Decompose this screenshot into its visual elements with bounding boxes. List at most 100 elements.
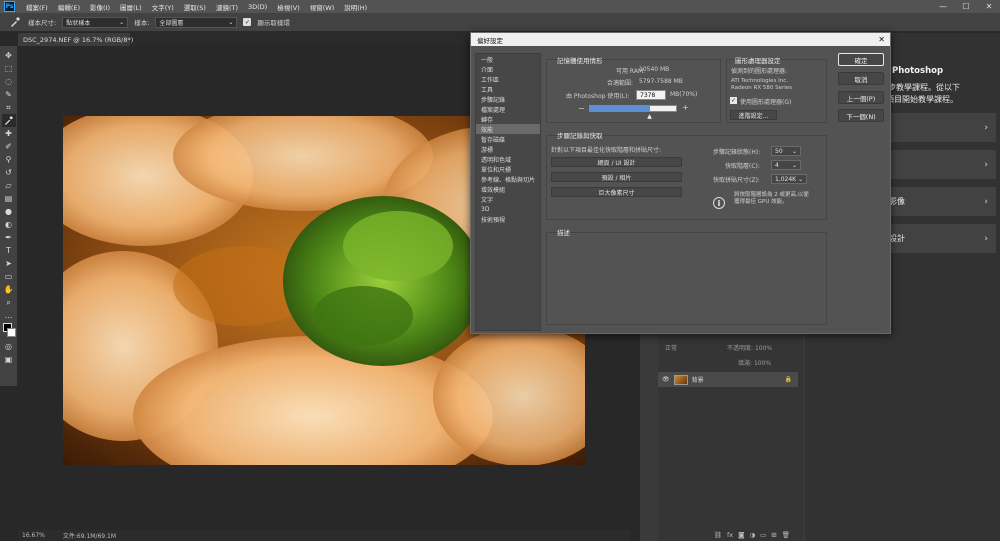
cache-levels-select[interactable]: 4 ⌄ — [771, 160, 801, 170]
menu-view[interactable]: 檢視(V) — [272, 2, 305, 12]
category-history[interactable]: 步驟記錄 — [476, 94, 540, 104]
crop-tool-icon[interactable]: ⌗ — [2, 101, 16, 114]
quick-select-tool-icon[interactable]: ✎ — [2, 88, 16, 101]
category-transparency[interactable]: 透明和色域 — [476, 154, 540, 164]
new-layer-icon[interactable]: ⊞ — [771, 531, 776, 539]
screen-mode-icon[interactable]: ▣ — [2, 353, 16, 366]
category-scratch-disks[interactable]: 暫存磁碟 — [476, 134, 540, 144]
options-bar: 樣本尺寸: 點狀樣本 ⌄ 樣本: 全部圖層 ⌄ ✓ 顯示取樣環 — [0, 13, 1000, 32]
ok-button[interactable]: 確定 — [838, 53, 884, 66]
fill-control[interactable]: 填滿: 100% — [738, 358, 771, 367]
clone-stamp-tool-icon[interactable]: ⚲ — [2, 153, 16, 166]
layer-thumbnail — [673, 374, 688, 385]
sample-select[interactable]: 全部圖層 ⌄ — [155, 16, 238, 28]
close-window-button[interactable]: ✕ — [978, 0, 1000, 13]
menu-3d[interactable]: 3D(D) — [243, 3, 272, 11]
category-general[interactable]: 一般 — [476, 54, 540, 64]
advanced-settings-button[interactable]: 進階設定... — [730, 110, 777, 120]
gradient-tool-icon[interactable]: ▤ — [2, 192, 16, 205]
dodge-tool-icon[interactable]: ◐ — [2, 218, 16, 231]
rectangle-tool-icon[interactable]: ▭ — [2, 270, 16, 283]
zoom-level[interactable]: 16.67% — [22, 532, 45, 539]
trash-icon[interactable]: 🗑 — [782, 531, 790, 539]
memory-increase-button[interactable]: + — [682, 103, 689, 112]
menu-file[interactable]: 檔案(F) — [21, 2, 53, 12]
menu-edit[interactable]: 編輯(E) — [53, 2, 85, 12]
minimize-button[interactable]: — — [932, 0, 954, 13]
eraser-tool-icon[interactable]: ▱ — [2, 179, 16, 192]
preset-web-ui-button[interactable]: 網頁 / UI 設計 — [551, 157, 682, 167]
category-interface[interactable]: 介面 — [476, 64, 540, 74]
chevron-down-icon: ⌄ — [791, 161, 797, 169]
adjustment-icon[interactable]: ◑ — [749, 531, 755, 539]
hand-tool-icon[interactable]: ✋ — [2, 283, 16, 296]
quick-mask-icon[interactable]: ◎ — [2, 340, 16, 353]
healing-brush-tool-icon[interactable]: ✚ — [2, 127, 16, 140]
category-file-handling[interactable]: 檔案處理 — [476, 104, 540, 114]
cancel-button[interactable]: 取消 — [838, 72, 884, 85]
category-plugins[interactable]: 增效模組 — [476, 184, 540, 194]
use-gpu-checkbox[interactable]: ✓ — [730, 97, 737, 104]
history-states-select[interactable]: 50 ⌄ — [771, 146, 801, 156]
link-layers-icon[interactable]: ⛓ — [714, 531, 722, 539]
blur-tool-icon[interactable]: ● — [2, 205, 16, 218]
cache-tile-size-select[interactable]: 1,024K ⌄ — [771, 174, 807, 184]
category-type[interactable]: 文字 — [476, 194, 540, 204]
document-info[interactable]: 文件:69.1M/69.1M — [63, 531, 116, 540]
menu-filter[interactable]: 濾鏡(T) — [211, 2, 243, 12]
category-units[interactable]: 單位和尺標 — [476, 164, 540, 174]
document-tab[interactable]: DSC_2974.NEF @ 16.7% (RGB/8*) — [18, 33, 133, 46]
memory-slider-thumb[interactable]: ▲ — [647, 113, 652, 120]
menu-image[interactable]: 影像(I) — [85, 2, 115, 12]
add-mask-icon[interactable]: ◙ — [738, 531, 744, 539]
opacity-control[interactable]: 不透明度: 100% — [727, 343, 772, 352]
fill-value: 100% — [753, 360, 772, 367]
brush-tool-icon[interactable]: ✐ — [2, 140, 16, 153]
history-brush-tool-icon[interactable]: ↺ — [2, 166, 16, 179]
layer-row[interactable]: 👁 背景 🔒 — [658, 372, 798, 387]
move-tool-icon[interactable]: ✥ — [2, 49, 16, 62]
photoshop-logo[interactable]: Ps — [4, 1, 15, 12]
lasso-tool-icon[interactable]: ◌ — [2, 75, 16, 88]
sample-size-select[interactable]: 點狀樣本 ⌄ — [62, 16, 129, 28]
eye-icon[interactable]: 👁 — [662, 376, 670, 383]
more-tools-icon[interactable]: … — [2, 309, 16, 322]
gpu-vendor: ATI Technologies Inc. — [731, 78, 789, 84]
blend-mode[interactable]: 正常 — [665, 343, 677, 352]
eyedropper-tool-icon[interactable] — [1, 114, 16, 127]
path-select-tool-icon[interactable]: ➤ — [2, 257, 16, 270]
prev-button[interactable]: 上一個(P) — [838, 91, 884, 104]
fx-icon[interactable]: fx — [727, 531, 733, 539]
category-tools[interactable]: 工具 — [476, 84, 540, 94]
memory-amount-input[interactable]: 7378 — [636, 90, 666, 100]
maximize-button[interactable]: ☐ — [955, 0, 977, 13]
category-3d[interactable]: 3D — [476, 204, 540, 214]
menu-select[interactable]: 選取(S) — [179, 2, 211, 12]
detected-gpu-label: 偵測到的圖形處理器: — [731, 68, 788, 75]
next-button[interactable]: 下一個(N) — [838, 109, 884, 122]
eyedropper-icon[interactable] — [8, 16, 22, 28]
color-swatches-icon[interactable] — [2, 322, 16, 340]
category-performance[interactable]: 效能 — [476, 124, 540, 134]
preset-huge-pixel-button[interactable]: 巨大像素尺寸 — [551, 187, 682, 197]
menu-help[interactable]: 說明(H) — [339, 2, 372, 12]
menu-layer[interactable]: 圖層(L) — [115, 2, 147, 12]
history-cache-title: 步驟記錄與快取 — [557, 132, 603, 140]
group-folder-icon[interactable]: ▭ — [760, 531, 766, 539]
category-guides[interactable]: 參考線、格點與切片 — [476, 174, 540, 184]
dialog-close-icon[interactable]: ✕ — [878, 33, 885, 46]
memory-decrease-button[interactable]: − — [578, 104, 585, 113]
marquee-tool-icon[interactable]: ⬚ — [2, 62, 16, 75]
menu-type[interactable]: 文字(Y) — [147, 2, 179, 12]
category-cursors[interactable]: 游標 — [476, 144, 540, 154]
menu-window[interactable]: 視窗(W) — [305, 2, 340, 12]
category-workspace[interactable]: 工作區 — [476, 74, 540, 84]
show-ring-checkbox[interactable]: ✓ — [243, 18, 252, 26]
category-export[interactable]: 轉存 — [476, 114, 540, 124]
zoom-tool-icon[interactable]: ⌕ — [2, 296, 16, 309]
memory-slider-track[interactable] — [589, 105, 677, 112]
pen-tool-icon[interactable]: ✒ — [2, 231, 16, 244]
category-tech-preview[interactable]: 技術預視 — [476, 214, 540, 224]
type-tool-icon[interactable]: T — [2, 244, 16, 257]
preset-photo-button[interactable]: 預設 / 相片 — [551, 172, 682, 182]
